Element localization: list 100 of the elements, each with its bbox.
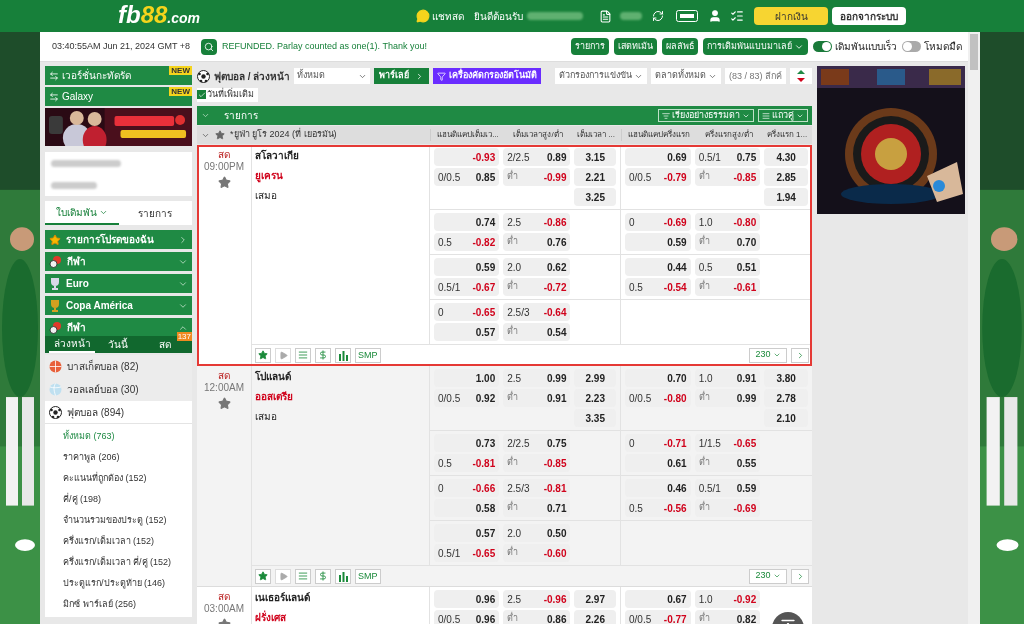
odds-value[interactable]: -0.82: [472, 234, 496, 250]
extra-dates-checkbox[interactable]: วันที่เพิ่มเติม: [197, 87, 258, 102]
odds-cell[interactable]: 0/0.5 0.85: [434, 168, 500, 186]
odds-cell[interactable]: 0.44: [625, 258, 691, 276]
odds-cell[interactable]: 4.30: [764, 148, 808, 166]
odds-cell[interactable]: 2.0 0.62: [503, 258, 571, 276]
nav-button[interactable]: ผลลัพธ์: [662, 38, 698, 55]
odds-cell[interactable]: 0.46: [625, 479, 691, 497]
odds-value[interactable]: 0.51: [736, 259, 757, 275]
odds-value[interactable]: 0.75: [736, 149, 757, 165]
odds-value[interactable]: -0.99: [543, 169, 567, 185]
odds-cell[interactable]: 1/1.5 -0.65: [694, 434, 761, 452]
sort-order-button[interactable]: เรียงอย่างธรรมดา: [658, 109, 754, 122]
odds-value[interactable]: 0.82: [736, 611, 757, 624]
odds-value[interactable]: 0.70: [736, 234, 757, 250]
odds-cell[interactable]: 0 -0.69: [625, 213, 691, 231]
odds-cell[interactable]: 0.5 -0.56: [625, 499, 691, 517]
sport-period-tab[interactable]: ล่วงหน้า: [49, 336, 96, 353]
odds-value[interactable]: -0.96: [543, 591, 567, 607]
odds-cell[interactable]: 0 -0.71: [625, 434, 691, 452]
odds-value[interactable]: 2.85: [776, 169, 796, 185]
odds-value[interactable]: 0.86: [547, 611, 567, 624]
odds-value[interactable]: 0.96: [475, 591, 496, 607]
odds-cell[interactable]: ต่ำ -0.60: [503, 544, 571, 562]
odds-cell[interactable]: 0.59: [625, 233, 691, 251]
sport-period-tab[interactable]: วันนี้: [95, 336, 142, 353]
odds-value[interactable]: -0.81: [472, 455, 496, 471]
odds-cell[interactable]: 2.99: [574, 369, 616, 387]
odds-value[interactable]: 0.50: [547, 525, 567, 541]
odds-value[interactable]: 0.44: [667, 259, 687, 275]
nav-button[interactable]: รายการ: [571, 38, 609, 55]
odds-value[interactable]: 0.67: [667, 591, 687, 607]
odds-value[interactable]: -0.86: [543, 214, 567, 230]
odds-cell[interactable]: 0.59: [434, 258, 500, 276]
odds-cell[interactable]: 2.97: [574, 590, 616, 608]
odds-cell[interactable]: ต่ำ -0.85: [503, 454, 571, 472]
deposit-button[interactable]: ฝากเงิน: [754, 7, 828, 25]
odds-cell[interactable]: 0/0.5 0.96: [434, 610, 500, 624]
odds-cell[interactable]: 2.0 0.50: [503, 524, 571, 542]
odds-value[interactable]: 0.70: [667, 370, 687, 386]
row-view-button[interactable]: แถวคู่: [758, 109, 808, 122]
odds-value[interactable]: 0.99: [736, 390, 757, 406]
odds-cell[interactable]: ต่ำ -0.69: [694, 499, 761, 517]
market-type-item[interactable]: ราคาพูล (206): [45, 447, 192, 468]
odds-cell[interactable]: 2.23: [574, 389, 616, 407]
odds-value[interactable]: 1.00: [475, 370, 496, 386]
version-button[interactable]: เวอร์ชั่นกะทัดรัด NEW: [45, 66, 192, 85]
odds-value[interactable]: 2.99: [585, 370, 605, 386]
odds-value[interactable]: 0.85: [475, 169, 496, 185]
odds-value[interactable]: -0.93: [472, 149, 496, 165]
odds-cell[interactable]: 2/2.5 0.89: [503, 148, 571, 166]
odds-value[interactable]: -0.60: [543, 545, 567, 561]
odds-value[interactable]: 2.26: [585, 611, 605, 624]
odds-cell[interactable]: 0.57: [434, 323, 500, 341]
odds-cell[interactable]: ต่ำ 0.71: [503, 499, 571, 517]
odds-value[interactable]: 3.15: [585, 149, 605, 165]
category-header[interactable]: Copa América: [45, 296, 192, 315]
odds-cell[interactable]: 2.10: [764, 409, 808, 427]
odds-value[interactable]: 0.57: [475, 324, 496, 340]
odds-value[interactable]: -0.81: [543, 480, 567, 496]
odds-cell[interactable]: 1.00: [434, 369, 500, 387]
market-count-dropdown[interactable]: 230: [749, 347, 787, 363]
market-type-item[interactable]: ครึ่งแรก/เต็มเวลา (152): [45, 531, 192, 552]
market-type-item[interactable]: จำนวนรวมของประตู (152): [45, 510, 192, 531]
odds-cell[interactable]: 0.58: [434, 499, 500, 517]
category-header[interactable]: Euro: [45, 274, 192, 293]
odds-cell[interactable]: 0 -0.66: [434, 479, 500, 497]
market-type-item[interactable]: คี่/คู่ (198): [45, 489, 192, 510]
odds-value[interactable]: 0.46: [667, 480, 687, 496]
smp-button[interactable]: SMP: [355, 347, 381, 363]
odds-value[interactable]: 0.75: [547, 435, 567, 451]
odds-value[interactable]: -0.56: [663, 500, 687, 516]
odds-cell[interactable]: 0.5 -0.54: [625, 278, 691, 296]
odds-cell[interactable]: 2.21: [574, 168, 616, 186]
logo[interactable]: fb88.com: [118, 0, 201, 32]
odds-value[interactable]: -0.92: [733, 591, 757, 607]
odds-cell[interactable]: 1.0 -0.92: [694, 590, 761, 608]
odds-cell[interactable]: 0.5 -0.81: [434, 454, 500, 472]
odds-value[interactable]: 0.76: [547, 234, 567, 250]
odds-value[interactable]: 0.58: [475, 500, 496, 516]
smp-button[interactable]: SMP: [355, 568, 381, 584]
market-type-item[interactable]: ประตูแรก/ประตูท้าย (146): [45, 573, 192, 594]
odds-value[interactable]: -0.64: [543, 304, 567, 320]
sidebar-tab[interactable]: ใบเดิมพัน: [45, 201, 119, 225]
sport-item[interactable]: ฟุตบอล (894): [45, 401, 192, 424]
odds-value[interactable]: 2.78: [776, 390, 796, 406]
odds-value[interactable]: -0.80: [733, 214, 757, 230]
odds-cell[interactable]: 3.25: [574, 188, 616, 206]
odds-value[interactable]: -0.69: [733, 500, 757, 516]
odds-value[interactable]: -0.54: [663, 279, 687, 295]
odds-cell[interactable]: 0/0.5 -0.77: [625, 610, 691, 624]
market-type-item[interactable]: ทั้งหมด (763): [45, 426, 192, 447]
odds-cell[interactable]: ต่ำ 0.70: [694, 233, 761, 251]
odds-cell[interactable]: 2.85: [764, 168, 808, 186]
odds-cell[interactable]: ต่ำ 0.99: [694, 389, 761, 407]
odds-value[interactable]: 2.10: [776, 410, 796, 426]
odds-value[interactable]: -0.69: [663, 214, 687, 230]
odds-value[interactable]: 3.25: [585, 189, 605, 205]
odds-value[interactable]: 0.59: [667, 234, 687, 250]
odds-value[interactable]: -0.77: [663, 611, 687, 624]
